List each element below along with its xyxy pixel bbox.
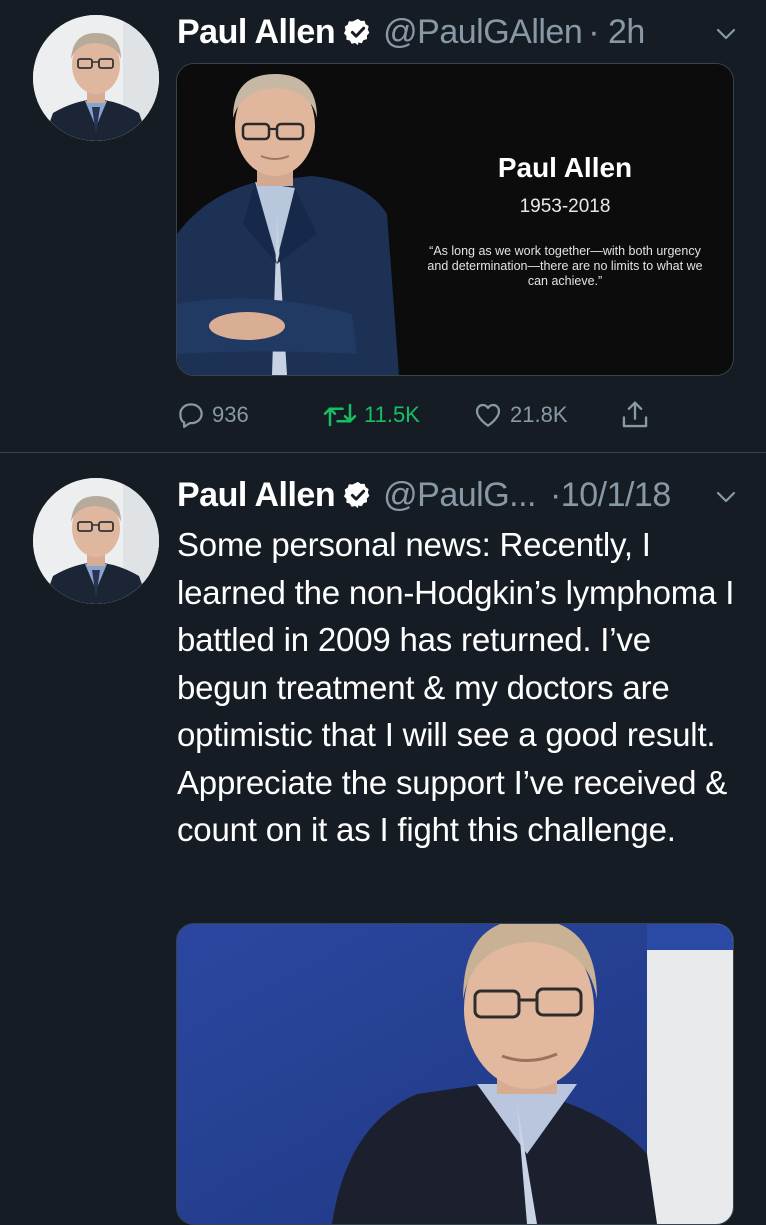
tweet[interactable]: Paul Allen @PaulG... ·10/1/18 Some perso… <box>0 453 766 1225</box>
card-quote: “As long as we work together—with both u… <box>427 244 703 288</box>
author-handle[interactable]: @PaulG... <box>383 476 536 515</box>
verified-badge-icon <box>344 18 370 46</box>
card-name: Paul Allen <box>497 152 633 183</box>
tweet-header: Paul Allen @PaulGAllen · 2h <box>177 12 645 52</box>
tweet-image-card[interactable]: Paul Allen 1953-2018 “As long as we work… <box>176 63 734 376</box>
tweet-time[interactable]: ·10/1/18 <box>550 476 671 515</box>
reply-count: 936 <box>212 402 249 427</box>
tweet-image[interactable] <box>176 923 734 1225</box>
author-name[interactable]: Paul Allen <box>177 13 336 52</box>
retweet-button[interactable]: 11.5K <box>322 400 472 430</box>
tweet-text: Some personal news: Recently, I learned … <box>177 526 735 848</box>
retweet-icon <box>323 403 357 427</box>
share-icon <box>622 401 648 428</box>
tweet[interactable]: Paul Allen @PaulGAllen · 2h Paul Allen 1… <box>0 0 766 452</box>
tweet-time[interactable]: · 2h <box>588 13 645 52</box>
like-button[interactable]: 21.8K <box>472 400 620 430</box>
tweet-header: Paul Allen @PaulG... ·10/1/18 <box>177 475 671 515</box>
share-button[interactable] <box>620 399 656 431</box>
avatar[interactable] <box>33 15 159 141</box>
avatar[interactable] <box>33 478 159 604</box>
tweet-actions: 936 11.5K 21.8K <box>176 395 656 435</box>
reply-icon <box>179 403 203 428</box>
portrait-photo <box>177 924 733 1224</box>
reply-button[interactable]: 936 <box>176 400 322 430</box>
chevron-down-icon[interactable] <box>714 22 738 46</box>
verified-badge-icon <box>344 481 370 509</box>
like-icon <box>475 403 501 427</box>
card-years: 1953-2018 <box>519 196 611 217</box>
chevron-down-icon[interactable] <box>714 485 738 509</box>
author-name[interactable]: Paul Allen <box>177 476 336 515</box>
author-handle[interactable]: @PaulGAllen <box>383 13 583 52</box>
retweet-count: 11.5K <box>364 402 420 427</box>
like-count: 21.8K <box>510 402 568 427</box>
memorial-card-text: Paul Allen 1953-2018 “As long as we work… <box>415 152 715 289</box>
